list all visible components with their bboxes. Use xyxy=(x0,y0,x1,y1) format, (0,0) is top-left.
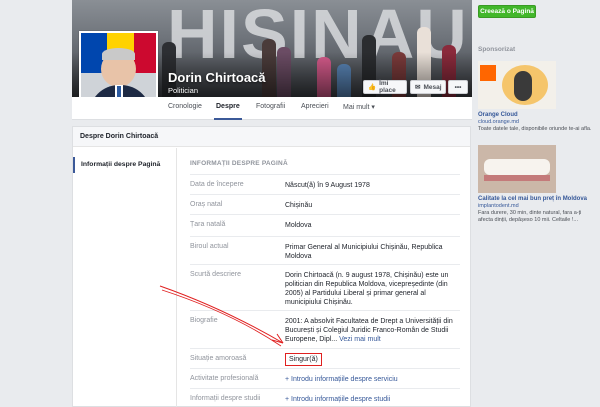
ad-image xyxy=(478,61,556,109)
sponsored-sidebar: Sponsorizat Orange Cloud cloud.orange.md… xyxy=(478,46,596,407)
ad-link[interactable]: cloud.orange.md xyxy=(478,119,596,126)
ad-title[interactable]: Calitate la cel mai bun preț în Moldova xyxy=(478,196,596,203)
ad-description: Toate datele tale, disponibile oriunde t… xyxy=(478,126,592,132)
sponsored-label: Sponsorizat xyxy=(478,46,516,53)
ad-implantodent[interactable]: Calitate la cel mai bun preț în Moldova … xyxy=(478,145,596,224)
page: { "cover": {"ghost_text": "HISINAU"}, "p… xyxy=(0,0,600,407)
ad-title[interactable]: Orange Cloud xyxy=(478,112,596,119)
ad-link[interactable]: implantodent.md xyxy=(478,203,596,210)
ad-image xyxy=(478,145,556,193)
ad-orange-cloud[interactable]: Orange Cloud cloud.orange.md Toate datel… xyxy=(478,61,596,133)
ad-description: Fara durere, 30 min, dinte natural, fara… xyxy=(478,210,582,223)
